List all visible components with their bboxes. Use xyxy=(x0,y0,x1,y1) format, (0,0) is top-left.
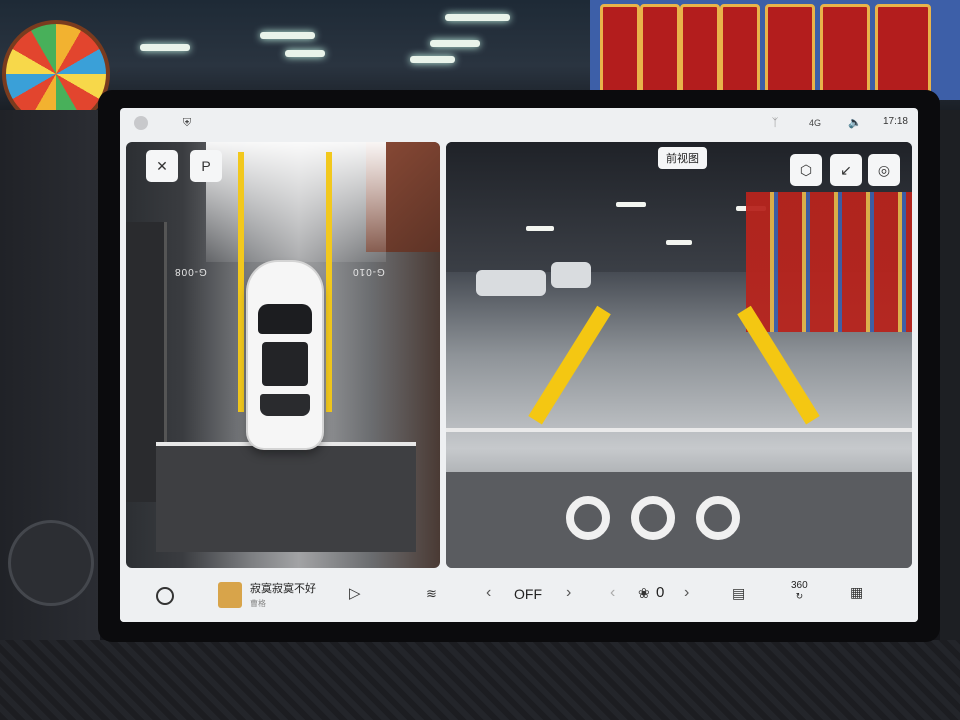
bird-eye-camera-view: G-008 G-010 ✕ P xyxy=(126,142,440,568)
user-avatar-icon[interactable] xyxy=(134,116,148,130)
red-banner xyxy=(875,4,931,98)
close-button[interactable]: ✕ xyxy=(146,150,178,182)
fan-increase-button[interactable]: › xyxy=(684,584,689,602)
red-banner xyxy=(820,4,870,98)
ceiling-light xyxy=(260,32,315,39)
banner-wall-view xyxy=(746,192,912,332)
fan-speed-value: 0 xyxy=(656,584,665,601)
light-glare xyxy=(206,142,386,262)
bluetooth-icon: ᛉ xyxy=(771,117,779,129)
red-banner xyxy=(680,4,720,98)
red-banner xyxy=(720,4,760,98)
settings-button[interactable]: ◎ xyxy=(868,154,900,186)
play-button[interactable]: ▷ xyxy=(349,584,361,602)
dashboard-right xyxy=(940,110,960,720)
floor-number-digit xyxy=(631,496,675,540)
3d-view-icon: ⬡ xyxy=(799,162,813,178)
ceiling-light xyxy=(666,240,692,245)
car-windshield xyxy=(258,304,312,334)
guide-line-left xyxy=(528,305,611,425)
parking-line-right xyxy=(326,152,332,412)
signal-icon: 4G xyxy=(808,118,821,128)
view-360-label: 360 xyxy=(791,580,808,591)
apps-grid-button[interactable]: ▦ xyxy=(850,584,863,601)
fan-icon: ❀ xyxy=(638,585,650,601)
red-banner xyxy=(765,4,815,98)
shield-icon[interactable]: ⛨ xyxy=(180,116,194,130)
fan-decrease-button[interactable]: ‹ xyxy=(610,584,615,602)
ceiling-light xyxy=(430,40,480,47)
settings-icon: ◎ xyxy=(877,162,891,178)
floor-stripe xyxy=(446,428,912,432)
car-sunroof xyxy=(262,342,308,386)
rotate-icon: ↻ xyxy=(795,591,804,601)
vehicle-top-view xyxy=(248,262,322,448)
view-title: 前视图 xyxy=(658,147,707,169)
defrost-button[interactable]: ≋ xyxy=(426,586,437,602)
parking-icon: P xyxy=(201,158,211,174)
slot-label-right: G-010 xyxy=(352,266,385,277)
clock-time: 17:18 xyxy=(882,116,908,127)
seat-button[interactable]: ▤ xyxy=(732,585,745,602)
volume-icon[interactable]: 🔈 xyxy=(848,116,862,130)
minimize-button[interactable]: ↙ xyxy=(830,154,862,186)
floor-number-digit xyxy=(696,496,740,540)
climate-status: OFF xyxy=(514,586,542,602)
infotainment-screen: ⛨ ᛉ 4G 🔈 17:18 G-008 G-010 ✕ P 前视图 ⬡ ↙ ◎… xyxy=(120,108,918,622)
parked-car xyxy=(551,262,591,288)
bottom-dock: 寂寞寂寞不好 曹格 ▷ ≋ ‹ OFF › ‹ ❀ 0 › ▤ 360 ↻ ▦ xyxy=(120,570,918,622)
ceiling-light xyxy=(616,202,646,207)
floor-marking-area xyxy=(446,472,912,568)
parked-car xyxy=(476,270,546,296)
ceiling-light xyxy=(526,226,554,231)
gear-knob xyxy=(8,520,94,606)
home-button[interactable] xyxy=(156,587,174,605)
floor-number-digit xyxy=(566,496,610,540)
song-title: 寂寞寂寞不好 xyxy=(250,583,316,595)
ceiling-light xyxy=(410,56,455,63)
album-art[interactable] xyxy=(218,582,242,608)
ceiling-light xyxy=(285,50,325,57)
red-banner xyxy=(600,4,640,98)
song-artist: 曹格 xyxy=(250,599,266,608)
ceiling-light xyxy=(140,44,190,51)
status-bar: ⛨ ᛉ 4G 🔈 17:18 xyxy=(120,108,918,138)
climate-increase-button[interactable]: › xyxy=(566,584,571,602)
red-banner xyxy=(640,4,680,98)
front-camera-view: 前视图 ⬡ ↙ ◎ xyxy=(446,142,912,568)
climate-decrease-button[interactable]: ‹ xyxy=(486,584,491,602)
3d-view-button[interactable]: ⬡ xyxy=(790,154,822,186)
ceiling-light xyxy=(445,14,510,21)
auto-park-button[interactable]: P xyxy=(190,150,222,182)
dashboard-left xyxy=(0,110,100,720)
parking-line-left xyxy=(238,152,244,412)
dashboard-bottom-trim xyxy=(0,640,960,720)
banner-wall xyxy=(590,0,960,100)
slot-label-left: G-008 xyxy=(174,266,207,277)
parking-floor xyxy=(156,442,416,552)
view-360-button[interactable]: 360 ↻ xyxy=(791,580,808,602)
car-rear-window xyxy=(260,394,310,416)
minimize-icon: ↙ xyxy=(840,162,852,178)
